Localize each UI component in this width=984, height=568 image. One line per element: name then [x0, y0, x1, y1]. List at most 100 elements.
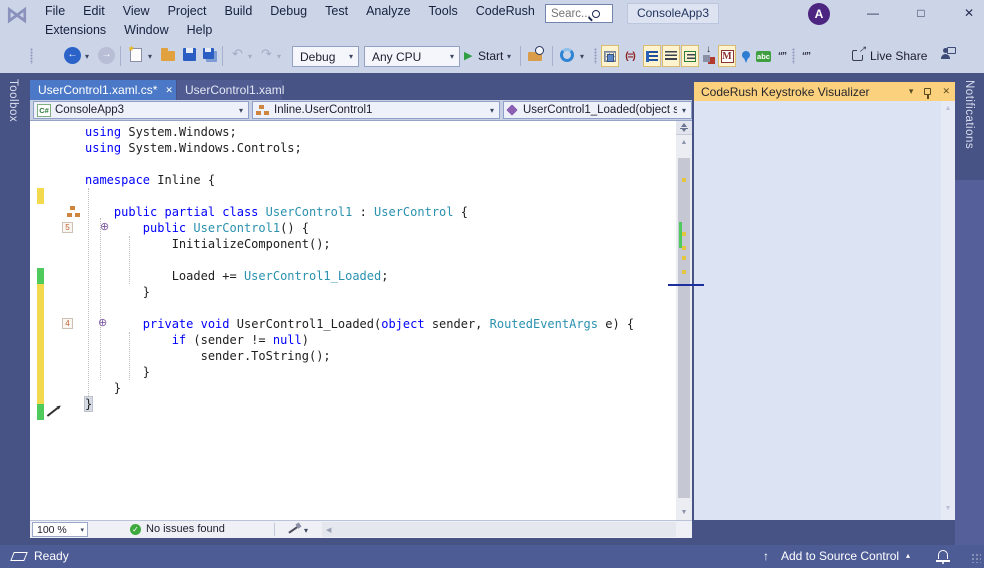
scroll-down-icon[interactable]: ▼	[676, 509, 692, 516]
open-file-button[interactable]	[161, 48, 175, 61]
ready-status-label: Ready	[34, 549, 69, 563]
dark-list-icon	[665, 51, 677, 62]
project-dropdown[interactable]: C# ConsoleApp3 ▾	[33, 101, 249, 119]
start-debug-button[interactable]: Start	[478, 49, 503, 63]
toolbar-grip[interactable]	[594, 48, 597, 64]
new-project-button[interactable]	[130, 48, 142, 62]
resize-grip[interactable]	[971, 553, 981, 563]
quick-search-box[interactable]	[545, 4, 613, 23]
toolbar-grip[interactable]	[792, 48, 795, 64]
scroll-up-icon[interactable]: ▲	[941, 105, 955, 112]
scroll-down-icon[interactable]: ▼	[941, 505, 955, 512]
notifications-bell-icon[interactable]	[938, 550, 948, 559]
coderush-training-button[interactable]	[560, 48, 574, 62]
smart-quotes-button-2[interactable]: “”	[799, 45, 813, 67]
format-list-dark-toggle[interactable]	[662, 45, 680, 67]
find-in-files-button[interactable]	[528, 48, 542, 61]
chevron-down-icon: ▾	[344, 52, 358, 61]
method-icon	[506, 104, 517, 115]
member-complexity-badge[interactable]: 4	[62, 318, 73, 329]
notifications-tab[interactable]: Notifications	[963, 80, 975, 149]
format-list-green-toggle[interactable]	[681, 45, 699, 67]
health-indicator-icon[interactable]: ✓	[130, 524, 141, 535]
maximize-button[interactable]: □	[906, 3, 936, 23]
minimize-button[interactable]: —	[858, 3, 888, 23]
solution-platform-dropdown[interactable]: Any CPU▾	[364, 46, 460, 67]
menu-item[interactable]: File	[36, 1, 74, 21]
scrollbar-thumb[interactable]	[678, 158, 690, 498]
menu-item[interactable]: Tools	[420, 1, 467, 21]
member-sections-toggle[interactable]	[601, 45, 619, 67]
panel-close-icon[interactable]: ✕	[937, 86, 955, 97]
feedback-button[interactable]	[941, 46, 950, 59]
redo-button[interactable]: ↷	[261, 46, 272, 62]
toolbox-tab[interactable]: Toolbox	[7, 79, 19, 122]
search-input[interactable]	[546, 8, 592, 20]
navigate-back-dropdown[interactable]: ▾	[85, 52, 89, 61]
tab-usercontrol1-xaml-cs[interactable]: UserControl1.xaml.cs* ✕	[30, 80, 176, 100]
start-dropdown[interactable]: ▾	[507, 52, 511, 61]
start-debug-play-icon[interactable]: ▶	[464, 49, 472, 62]
tab-usercontrol1-xaml[interactable]: UserControl1.xaml	[177, 80, 282, 100]
menu-item[interactable]: CodeRush	[467, 1, 544, 21]
menu-item[interactable]: Project	[159, 1, 216, 21]
coderush-panel-header[interactable]: CodeRush Keystroke Visualizer ▾ ✕	[694, 82, 955, 101]
account-avatar[interactable]: A	[808, 3, 830, 25]
smart-quotes-button-1[interactable]: “”	[775, 45, 789, 67]
import-cleanup-button[interactable]	[700, 45, 718, 67]
menu-item[interactable]: Window	[115, 20, 177, 40]
new-project-dropdown[interactable]: ▾	[148, 52, 152, 61]
scroll-left-icon[interactable]: ◀	[326, 526, 331, 534]
member-dropdown[interactable]: UserControl1_Loaded(object sende ▾	[503, 101, 692, 119]
save-button[interactable]	[183, 48, 196, 61]
toolbar-grip[interactable]	[30, 48, 33, 64]
solution-configuration-dropdown[interactable]: Debug▾	[292, 46, 359, 67]
spell-check-button[interactable]: abc	[753, 45, 774, 67]
zoom-level-dropdown[interactable]: 100 % ▾	[32, 522, 88, 537]
member-complexity-badge[interactable]: 5	[62, 222, 73, 233]
workbench: Toolbox UserControl1.xaml.cs* ✕ UserCont…	[0, 73, 984, 545]
menu-item[interactable]: Edit	[74, 1, 114, 21]
format-list-blue-toggle[interactable]	[643, 45, 661, 67]
menu-item[interactable]: Debug	[261, 1, 316, 21]
source-control-caret-icon[interactable]: ▴	[906, 551, 910, 560]
pin-icon[interactable]	[924, 88, 931, 95]
code-editor[interactable]: 5 4 ⊕ ⊕ using System.Windows;using Syste…	[30, 121, 676, 520]
class-declaration-icon[interactable]	[70, 206, 75, 210]
show-parens-button[interactable]: (=)	[621, 45, 639, 67]
issues-status-label[interactable]: No issues found	[146, 523, 225, 535]
panel-menu-dropdown[interactable]: ▾	[904, 86, 919, 97]
code-cleanup-icon[interactable]	[288, 526, 297, 533]
menu-item[interactable]: View	[114, 1, 159, 21]
add-to-source-control-button[interactable]: Add to Source Control	[781, 549, 899, 563]
scroll-mark-yellow	[682, 256, 686, 260]
menu-item[interactable]: Analyze	[357, 1, 419, 21]
redo-dropdown[interactable]: ▾	[277, 52, 281, 61]
live-share-button[interactable]	[852, 50, 863, 61]
split-window-handle[interactable]	[676, 121, 692, 135]
tab-close-icon[interactable]: ✕	[165, 85, 173, 96]
quotes-icon: “”	[778, 51, 786, 62]
right-dock-strip: Notifications	[955, 73, 984, 545]
code-cleanup-dropdown[interactable]: ▾	[304, 526, 308, 535]
navigate-forward-button[interactable]: →	[98, 47, 115, 64]
menu-bar-row2: ExtensionsWindowHelp	[36, 20, 221, 40]
undo-dropdown[interactable]: ▾	[248, 52, 252, 61]
editor-vertical-scrollbar[interactable]: ▲ ▼	[676, 121, 692, 520]
type-dropdown[interactable]: Inline.UserControl1 ▾	[252, 101, 500, 119]
menu-item[interactable]: Build	[215, 1, 261, 21]
undo-button[interactable]: ↶	[232, 46, 243, 62]
close-button[interactable]: ✕	[954, 3, 984, 23]
editor-horizontal-scrollbar[interactable]: ◀	[322, 522, 676, 537]
markdown-toggle[interactable]: M	[718, 45, 736, 67]
menu-item[interactable]: Extensions	[36, 20, 115, 40]
save-all-button[interactable]	[203, 48, 214, 59]
menu-item[interactable]: Help	[178, 20, 222, 40]
menu-item[interactable]: Test	[316, 1, 357, 21]
scroll-up-icon[interactable]: ▲	[676, 139, 692, 146]
find-in-files-icon	[528, 52, 542, 61]
live-share-label[interactable]: Live Share	[870, 49, 927, 63]
panel-scrollbar[interactable]: ▲ ▼	[941, 101, 955, 520]
navigate-back-button[interactable]: ←	[64, 47, 81, 64]
toolbar-overflow-dropdown[interactable]: ▾	[580, 52, 584, 61]
